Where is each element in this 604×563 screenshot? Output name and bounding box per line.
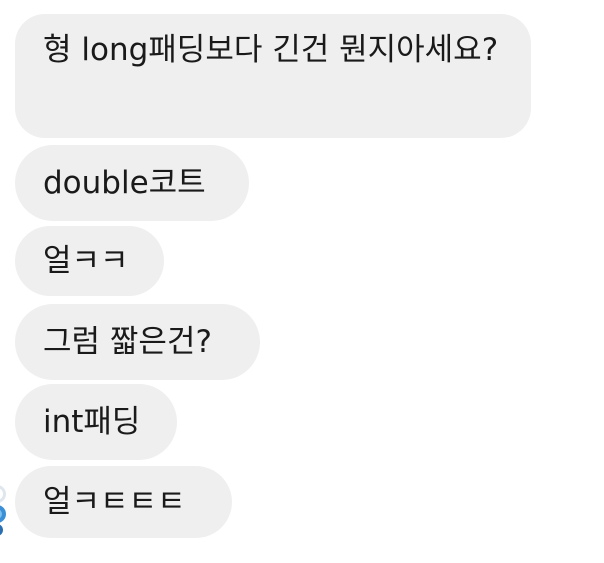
message-text: 얼ㅋㅌㅌㅌ [43,484,186,520]
message-bubble[interactable]: 얼ㅋㅋ [15,226,164,296]
message-text: int패딩 [43,404,141,440]
message-text: 형 long패딩보다 긴건 뭔지아세요? [43,32,499,68]
message-bubble[interactable]: int패딩 [15,384,177,460]
message-text: double코트 [43,165,206,201]
message-text: 얼ㅋㅋ [43,243,129,279]
message-bubble[interactable]: 형 long패딩보다 긴건 뭔지아세요? [15,14,531,138]
avatar-icon[interactable] [0,480,8,540]
message-text: 그럼 짧은건? [43,324,212,360]
message-thread: 형 long패딩보다 긴건 뭔지아세요? double코트 얼ㅋㅋ 그럼 짧은건… [0,0,604,563]
message-bubble[interactable]: 얼ㅋㅌㅌㅌ [15,466,232,538]
message-bubble[interactable]: double코트 [15,145,249,221]
message-bubble[interactable]: 그럼 짧은건? [15,304,260,380]
